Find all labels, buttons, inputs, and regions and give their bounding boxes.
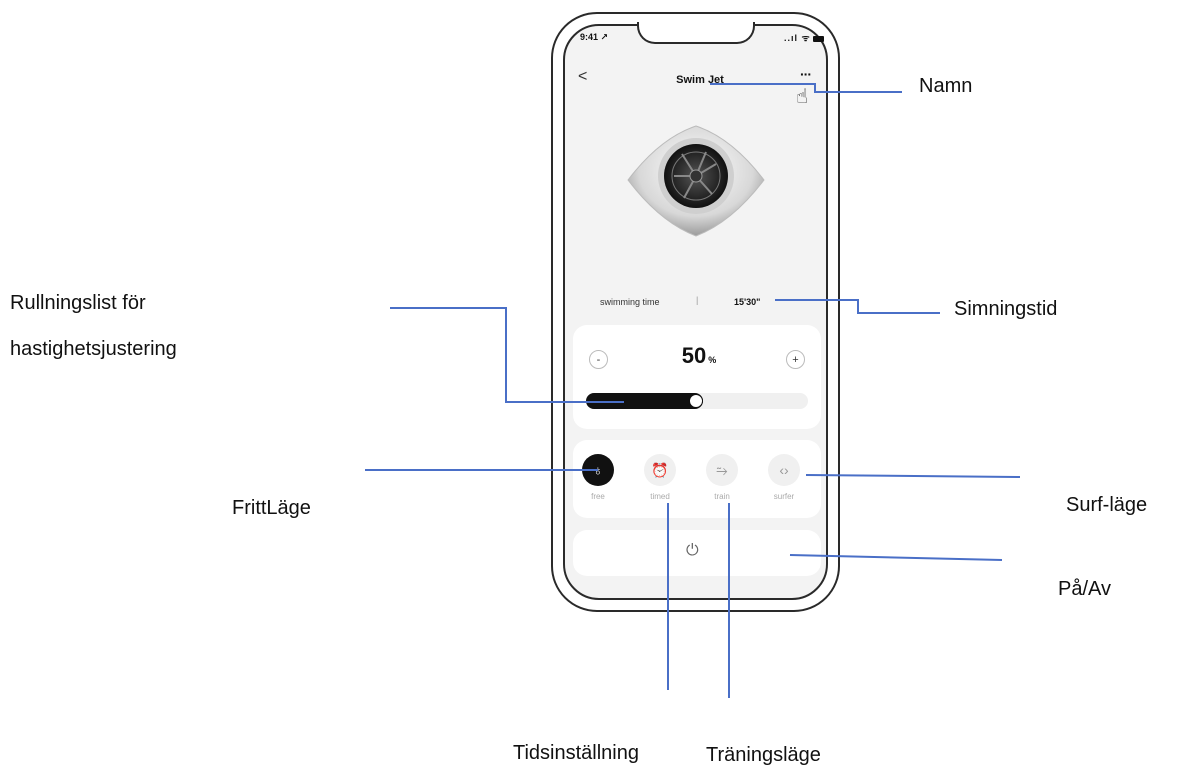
annotation-name: Namn [919, 75, 973, 97]
annotation-timer: Tidsinställning [513, 742, 639, 764]
annotation-surf-mode: Surf-läge [1066, 494, 1148, 516]
line-speed-slider [390, 307, 624, 403]
line-power [789, 554, 1003, 561]
annotation-lines [365, 83, 1021, 698]
annotation-speed-slider-2: hastighetsjustering [10, 338, 177, 360]
line-name [710, 83, 902, 93]
annotation-speed-slider-1: Rullningslist för [10, 292, 146, 314]
line-surf-mode [805, 474, 1021, 478]
annotation-swim-time: Simningstid [954, 298, 1058, 320]
annotation-power: På/Av [1058, 578, 1111, 600]
line-swim-time [775, 299, 940, 314]
annotation-free-mode: FrittLäge [232, 497, 311, 519]
annotation-training: Träningsläge [706, 744, 821, 766]
